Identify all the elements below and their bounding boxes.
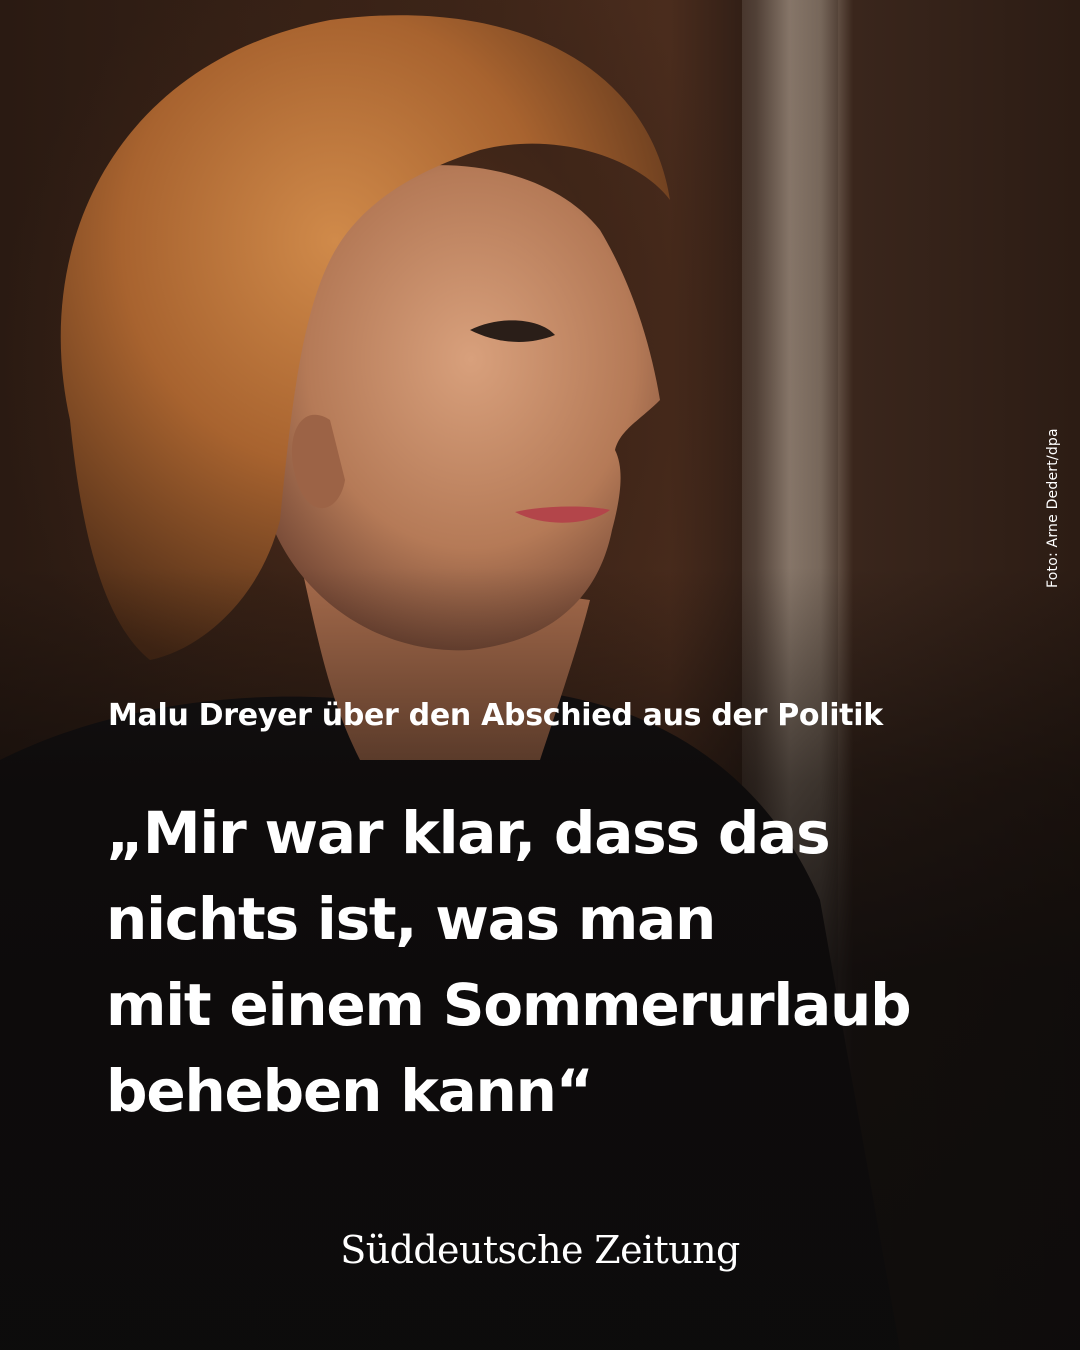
headline-kicker: Malu Dreyer über den Abschied aus der Po… [108,698,883,733]
headline-quote: „Mir war klar, dass das nichts ist, was … [106,790,912,1134]
quote-line: „Mir war klar, dass das [106,799,831,867]
quote-line: beheben kann“ [106,1057,594,1125]
bottom-gradient [0,0,1080,1350]
photo-credit: Foto: Arne Dedert/dpa [1045,428,1061,588]
post-card: Foto: Arne Dedert/dpa Malu Dreyer über d… [0,0,1080,1350]
quote-line: mit einem Sommerurlaub [106,971,912,1039]
quote-line: nichts ist, was man [106,885,716,953]
brand-logo: Süddeutsche Zeitung [340,1228,740,1272]
